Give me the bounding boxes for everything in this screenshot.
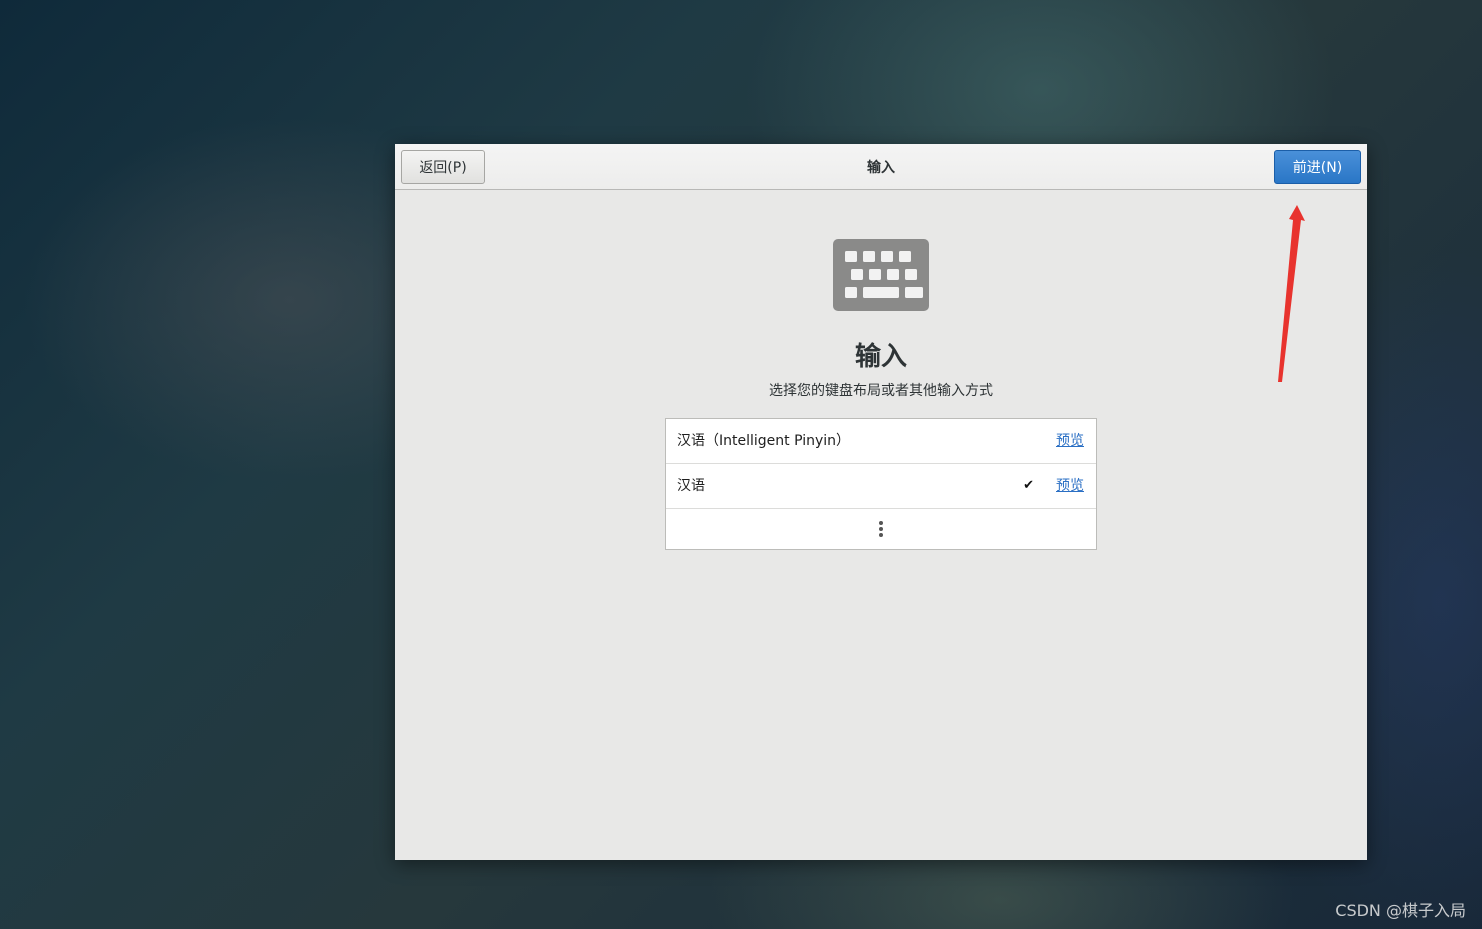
watermark: CSDN @棋子入局 (1335, 901, 1466, 920)
annotation-arrow-icon (1278, 205, 1305, 382)
